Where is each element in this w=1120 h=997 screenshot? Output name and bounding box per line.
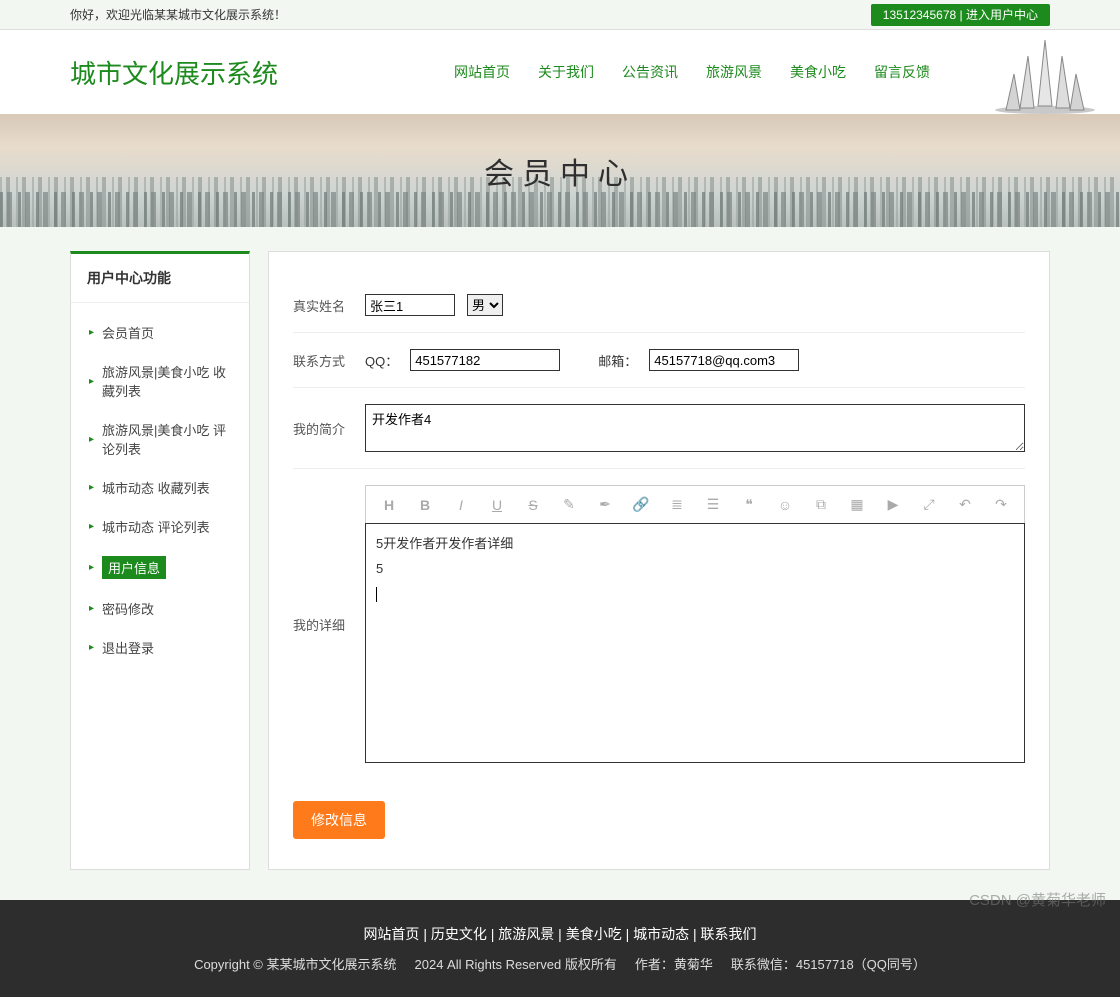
detail-editor[interactable]: 5开发作者开发作者详细 5 <box>365 523 1025 763</box>
site-title: 城市文化展示系统 <box>70 54 278 91</box>
list-icon[interactable]: ≣ <box>668 496 686 513</box>
sidebar-title: 用户中心功能 <box>71 254 249 303</box>
strike-icon[interactable]: S <box>524 497 542 513</box>
footer-copyright: Copyright © 某某城市文化展示系统2024 All Rights Re… <box>0 954 1120 973</box>
footer: 网站首页 | 历史文化 | 旅游风景 | 美食小吃 | 城市动态 | 联系我们 … <box>0 900 1120 997</box>
qq-sublabel: QQ： <box>365 351 398 370</box>
bold-icon[interactable]: B <box>416 497 434 513</box>
submit-button[interactable]: 修改信息 <box>293 801 385 839</box>
indent-icon[interactable]: ☰ <box>704 496 722 513</box>
undo-icon[interactable]: ↶ <box>956 496 974 513</box>
row-realname: 真实姓名 男 <box>293 278 1025 333</box>
caret-icon: ▸ <box>89 562 94 573</box>
editor-line-1: 5开发作者开发作者详细 <box>376 534 1014 555</box>
sidebar-item-comment-scenery[interactable]: ▸旅游风景|美食小吃 评论列表 <box>71 410 249 468</box>
welcome-text: 你好，欢迎光临某某城市文化展示系统！ <box>70 0 286 30</box>
row-contact: 联系方式 QQ： 邮箱： <box>293 333 1025 388</box>
main-nav: 网站首页 关于我们 公告资讯 旅游风景 美食小吃 留言反馈 <box>454 62 1050 82</box>
banner: 会员中心 <box>0 114 1120 227</box>
text-cursor <box>376 587 377 602</box>
qq-input[interactable] <box>410 349 560 371</box>
nav-about[interactable]: 关于我们 <box>538 62 594 82</box>
label-realname: 真实姓名 <box>293 296 365 315</box>
caret-icon: ▸ <box>89 482 94 493</box>
nav-news[interactable]: 公告资讯 <box>622 62 678 82</box>
emoji-icon[interactable]: ☺ <box>776 497 794 513</box>
sidebar-item-comment-news[interactable]: ▸城市动态 评论列表 <box>71 507 249 546</box>
caret-icon: ▸ <box>89 521 94 532</box>
row-detail: 我的详细 H B I U S ✎ ✒ 🔗 ≣ ☰ ❝ ☺ ⧉ ▦ <box>293 469 1025 779</box>
caret-icon: ▸ <box>89 603 94 614</box>
nav-food[interactable]: 美食小吃 <box>790 62 846 82</box>
footer-link-news[interactable]: 城市动态 <box>633 926 689 942</box>
footer-link-home[interactable]: 网站首页 <box>363 926 419 942</box>
underline-icon[interactable]: U <box>488 497 506 513</box>
nav-home[interactable]: 网站首页 <box>454 62 510 82</box>
realname-input[interactable] <box>365 294 455 316</box>
sidebar-item-home[interactable]: ▸会员首页 <box>71 313 249 352</box>
email-sublabel: 邮箱： <box>598 351 637 370</box>
email-input[interactable] <box>649 349 799 371</box>
nav-scenery[interactable]: 旅游风景 <box>706 62 762 82</box>
phone-text: 13512345678 <box>883 8 956 22</box>
erase-icon[interactable]: ✎ <box>560 496 578 513</box>
footer-link-history[interactable]: 历史文化 <box>431 926 487 942</box>
caret-icon: ▸ <box>89 642 94 653</box>
editor-toolbar: H B I U S ✎ ✒ 🔗 ≣ ☰ ❝ ☺ ⧉ ▦ ▶ ⤢ ↶ <box>365 485 1025 523</box>
footer-links: 网站首页 | 历史文化 | 旅游风景 | 美食小吃 | 城市动态 | 联系我们 <box>0 924 1120 944</box>
enter-user-center-label: 进入用户中心 <box>966 8 1038 22</box>
user-center-button[interactable]: 13512345678 | 进入用户中心 <box>871 4 1050 26</box>
caret-icon: ▸ <box>89 376 94 387</box>
sidebar-item-logout[interactable]: ▸退出登录 <box>71 628 249 667</box>
header: 城市文化展示系统 网站首页 关于我们 公告资讯 旅游风景 美食小吃 留言反馈 <box>0 30 1120 114</box>
editor-line-2: 5 <box>376 559 1014 580</box>
caret-icon: ▸ <box>89 434 94 445</box>
caret-icon: ▸ <box>89 327 94 338</box>
intro-textarea[interactable]: 开发作者4 <box>365 404 1025 452</box>
sidebar-list: ▸会员首页 ▸旅游风景|美食小吃 收藏列表 ▸旅游风景|美食小吃 评论列表 ▸城… <box>71 303 249 677</box>
nav-feedback[interactable]: 留言反馈 <box>874 62 930 82</box>
paint-icon[interactable]: ✒ <box>596 496 614 513</box>
row-intro: 我的简介 开发作者4 <box>293 388 1025 469</box>
sidebar-item-user-info[interactable]: ▸用户信息 <box>71 546 249 589</box>
heading-icon[interactable]: H <box>380 497 398 513</box>
sidebar: 用户中心功能 ▸会员首页 ▸旅游风景|美食小吃 收藏列表 ▸旅游风景|美食小吃 … <box>70 251 250 870</box>
table-icon[interactable]: ▦ <box>848 496 866 513</box>
image-icon[interactable]: ⧉ <box>812 496 830 513</box>
main-panel: 真实姓名 男 联系方式 QQ： 邮箱： 我的简介 开发作者4 <box>268 251 1050 870</box>
redo-icon[interactable]: ↷ <box>992 496 1010 513</box>
quote-icon[interactable]: ❝ <box>740 496 758 513</box>
footer-link-contact[interactable]: 联系我们 <box>701 926 757 942</box>
sidebar-item-fav-news[interactable]: ▸城市动态 收藏列表 <box>71 468 249 507</box>
sidebar-item-password[interactable]: ▸密码修改 <box>71 589 249 628</box>
top-bar: 你好，欢迎光临某某城市文化展示系统！ 13512345678 | 进入用户中心 <box>0 0 1120 30</box>
label-contact: 联系方式 <box>293 351 365 370</box>
expand-icon[interactable]: ⤢ <box>920 496 938 513</box>
footer-link-food[interactable]: 美食小吃 <box>566 926 622 942</box>
italic-icon[interactable]: I <box>452 497 470 513</box>
logo-monument-icon <box>990 34 1100 114</box>
footer-link-scenery[interactable]: 旅游风景 <box>498 926 554 942</box>
gender-select[interactable]: 男 <box>467 294 503 316</box>
link-icon[interactable]: 🔗 <box>632 496 650 513</box>
video-icon[interactable]: ▶ <box>884 496 902 513</box>
label-detail: 我的详细 <box>293 485 365 634</box>
sidebar-item-fav-scenery[interactable]: ▸旅游风景|美食小吃 收藏列表 <box>71 352 249 410</box>
banner-title: 会员中心 <box>0 114 1120 227</box>
label-intro: 我的简介 <box>293 419 365 438</box>
